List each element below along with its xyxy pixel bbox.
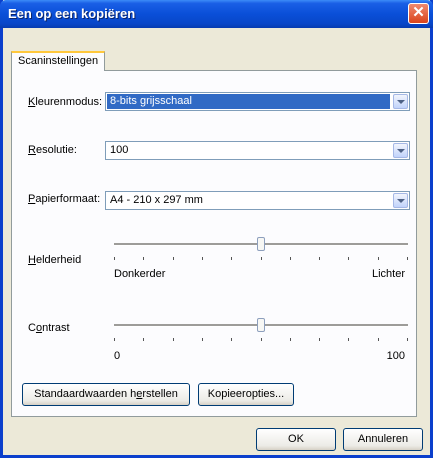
slider-tick (261, 338, 262, 341)
slider-tick (319, 338, 320, 341)
slider-tick (378, 338, 379, 341)
contrast-slider[interactable] (114, 318, 408, 348)
slider-tick (231, 257, 232, 260)
slider-tick (290, 257, 291, 260)
slider-tick (202, 338, 203, 341)
slider-tick (319, 257, 320, 260)
slider-tick (261, 257, 262, 260)
ok-button[interactable]: OK (256, 428, 336, 451)
color-mode-select[interactable]: 8-bits grijsschaal (105, 92, 410, 111)
contrast-label: Contrast (28, 322, 70, 334)
chevron-down-icon[interactable] (393, 143, 408, 158)
brightness-slider[interactable] (114, 237, 408, 267)
brightness-max-label: Lichter (371, 268, 405, 280)
contrast-max-label: 100 (386, 350, 405, 362)
tab-panel: Kleurenmodus: 8-bits grijsschaal Resolut… (11, 70, 417, 417)
close-icon: ✕ (412, 4, 425, 21)
restore-defaults-button[interactable]: Standaardwaarden herstellen (22, 383, 190, 406)
color-mode-value: 8-bits grijsschaal (107, 94, 390, 109)
title-bar[interactable]: Een op een kopiëren ✕ (0, 0, 433, 28)
slider-tick (348, 338, 349, 341)
slider-tick (173, 257, 174, 260)
window-title: Een op een kopiëren (8, 6, 136, 21)
slider-tick (114, 257, 115, 260)
slider-tick (231, 338, 232, 341)
brightness-label: Helderheid (28, 254, 82, 266)
chevron-down-icon[interactable] (393, 193, 408, 208)
slider-thumb[interactable] (257, 237, 265, 251)
slider-tick (173, 338, 174, 341)
slider-tick (114, 338, 115, 341)
slider-tick (202, 257, 203, 260)
tab-scaninstellingen[interactable]: Scaninstellingen (11, 51, 106, 71)
dialog-window: Een op een kopiëren ✕ Scaninstellingen K… (0, 0, 433, 458)
slider-tick (407, 257, 408, 260)
slider-tick (378, 257, 379, 260)
slider-tick (348, 257, 349, 260)
slider-thumb[interactable] (257, 318, 265, 332)
paper-format-label: Papierformaat: (28, 193, 101, 205)
paper-format-value: A4 - 210 x 297 mm (110, 194, 203, 206)
slider-tick (143, 338, 144, 341)
cancel-button[interactable]: Annuleren (343, 428, 423, 451)
brightness-min-label: Donkerder (114, 268, 166, 280)
contrast-min-label: 0 (114, 350, 121, 362)
color-mode-label: Kleurenmodus: (28, 96, 102, 108)
chevron-down-icon[interactable] (393, 94, 408, 109)
slider-tick (290, 338, 291, 341)
tab-label: Scaninstellingen (18, 55, 99, 67)
slider-tick (143, 257, 144, 260)
paper-format-select[interactable]: A4 - 210 x 297 mm (105, 191, 410, 210)
resolution-select[interactable]: 100 (105, 141, 410, 160)
slider-tick (407, 338, 408, 341)
resolution-label: Resolutie: (28, 144, 77, 156)
copy-options-button[interactable]: Kopieeropties... (198, 383, 294, 406)
close-button[interactable]: ✕ (408, 3, 429, 24)
resolution-value: 100 (110, 144, 129, 156)
